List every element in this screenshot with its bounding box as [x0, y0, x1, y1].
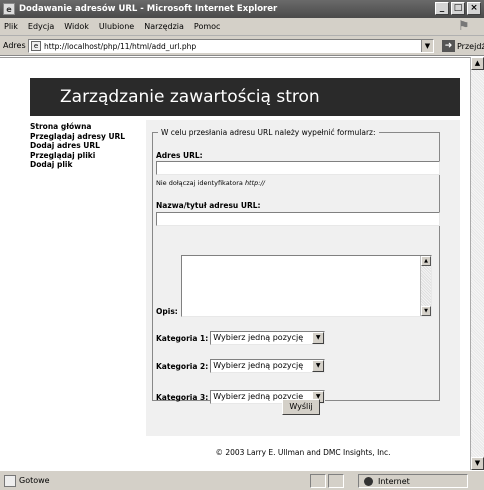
- nav-menu: Strona główna Przeglądaj adresy URL Doda…: [30, 122, 148, 170]
- go-arrow-icon: ➜: [442, 40, 455, 52]
- description-label: Opis:: [156, 307, 178, 316]
- go-button[interactable]: ➜ Przejdź: [442, 40, 484, 52]
- form-legend: W celu przesłania adresu URL należy wype…: [161, 128, 376, 137]
- category-3-label: Kategoria 3:: [156, 392, 209, 402]
- nav-home[interactable]: Strona główna: [30, 122, 148, 132]
- scroll-down-icon[interactable]: ▼: [471, 457, 484, 470]
- url-label: Adres URL:: [156, 151, 203, 160]
- windows-logo-icon: ⚑: [458, 19, 470, 34]
- globe-icon: [364, 476, 373, 486]
- menu-edit[interactable]: Edycja: [28, 22, 54, 31]
- address-bar: Adres e http://localhost/php/11/html/add…: [0, 36, 484, 56]
- category-1-select[interactable]: Wybierz jedną pozycję ▼: [210, 331, 326, 345]
- category-2-label: Kategoria 2:: [156, 361, 209, 371]
- window-title: Dodawanie adresów URL - Microsoft Intern…: [19, 4, 278, 14]
- description-textarea[interactable]: ▲ ▼: [181, 255, 432, 317]
- page-banner: Zarządzanie zawartością stron: [30, 78, 460, 116]
- textarea-scrollbar[interactable]: ▲ ▼: [420, 256, 431, 316]
- scroll-up-icon[interactable]: ▲: [471, 57, 484, 70]
- category-2-select[interactable]: Wybierz jedną pozycję ▼: [210, 359, 326, 373]
- url-hint: Nie dołączaj identyfikatora http://: [156, 179, 265, 187]
- menu-favorites[interactable]: Ulubione: [99, 22, 134, 31]
- address-url: http://localhost/php/11/html/add_url.php: [44, 41, 197, 51]
- address-input[interactable]: e http://localhost/php/11/html/add_url.p…: [28, 39, 434, 53]
- address-dropdown-icon[interactable]: ▼: [421, 40, 433, 52]
- menu-view[interactable]: Widok: [64, 22, 89, 31]
- menu-file[interactable]: Plik: [4, 22, 18, 31]
- scroll-up-icon[interactable]: ▲: [421, 256, 431, 266]
- page-status-icon: [4, 474, 16, 487]
- url-hint-protocol: http://: [244, 179, 265, 187]
- menu-tools[interactable]: Narzędzia: [144, 22, 184, 31]
- content-area: W celu przesłania adresu URL należy wype…: [146, 120, 460, 436]
- chevron-down-icon: ▼: [312, 360, 325, 372]
- scroll-down-icon[interactable]: ▼: [421, 306, 431, 316]
- zone-label: Internet: [378, 476, 410, 486]
- close-button[interactable]: ×: [467, 2, 481, 15]
- category-2-row: Kategoria 2: Wybierz jedną pozycję ▼: [156, 359, 326, 373]
- title-label: Nazwa/tytuł adresu URL:: [156, 201, 261, 210]
- maximize-button[interactable]: □: [451, 2, 465, 15]
- page-footer: © 2003 Larry E. Ullman and DMC Insights,…: [215, 448, 391, 457]
- submit-button[interactable]: Wyślij: [282, 399, 320, 415]
- nav-browse-urls[interactable]: Przeglądaj adresy URL: [30, 132, 148, 142]
- page-viewport: Zarządzanie zawartością stron Strona głó…: [0, 57, 470, 470]
- category-1-label: Kategoria 1:: [156, 333, 209, 343]
- nav-browse-files[interactable]: Przeglądaj pliki: [30, 151, 148, 161]
- page-icon: e: [31, 41, 41, 51]
- security-zone: Internet: [358, 474, 468, 488]
- nav-add-file[interactable]: Dodaj plik: [30, 160, 148, 170]
- chevron-down-icon: ▼: [312, 332, 325, 344]
- menu-bar: Plik Edycja Widok Ulubione Narzędzia Pom…: [0, 18, 484, 36]
- status-bar: Gotowe Internet: [0, 470, 484, 490]
- page-scrollbar[interactable]: ▲ ▼: [470, 57, 484, 470]
- go-label: Przejdź: [457, 41, 484, 51]
- address-label: Adres: [3, 41, 26, 50]
- nav-add-url[interactable]: Dodaj adres URL: [30, 141, 148, 151]
- category-1-row: Kategoria 1: Wybierz jedną pozycję ▼: [156, 331, 326, 345]
- title-input[interactable]: [156, 212, 440, 226]
- url-form: W celu przesłania adresu URL należy wype…: [152, 128, 440, 404]
- ie-icon: e: [3, 3, 15, 15]
- title-bar: e Dodawanie adresów URL - Microsoft Inte…: [0, 0, 484, 18]
- menu-help[interactable]: Pomoc: [194, 22, 221, 31]
- status-panels: [310, 474, 344, 488]
- status-text: Gotowe: [19, 476, 50, 485]
- url-input[interactable]: [156, 161, 440, 175]
- minimize-button[interactable]: _: [435, 2, 449, 15]
